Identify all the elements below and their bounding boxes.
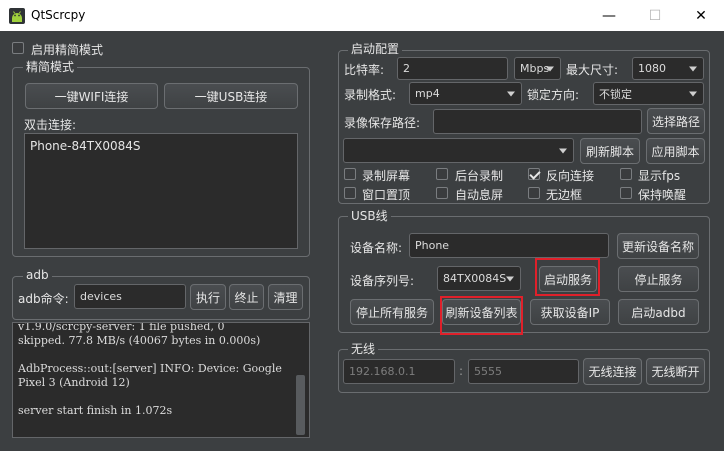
device-name-label: 设备名称: <box>350 241 403 255</box>
max-size-select[interactable]: 1080 <box>632 57 704 80</box>
ip-input[interactable]: 192.168.0.1 <box>343 359 455 384</box>
serial-label: 设备序列号: <box>350 274 415 288</box>
lock-orientation-value: 不锁定 <box>599 87 632 101</box>
log-output[interactable]: v1.9.0/scrcpy-server: 1 file pushed, 0 s… <box>12 322 310 438</box>
reverse-connect-label: 反向连接 <box>546 169 595 183</box>
apply-script-button[interactable]: 应用脚本 <box>646 138 705 164</box>
stay-awake-label: 保持唤醒 <box>638 188 687 202</box>
list-item[interactable]: Phone-84TX0084S <box>30 139 140 153</box>
chevron-down-icon <box>546 66 554 71</box>
auto-screen-off-checkbox[interactable] <box>436 187 448 199</box>
lock-orientation-label: 锁定方向: <box>527 88 580 102</box>
record-path-label: 录像保存路径: <box>344 116 421 130</box>
log-line: server start finish in 1.072s <box>18 404 173 417</box>
wireless-disconnect-button[interactable]: 无线断开 <box>646 358 705 385</box>
auto-screen-off-label: 自动息屏 <box>455 188 504 202</box>
script-select[interactable] <box>343 138 574 163</box>
chevron-down-icon <box>689 66 697 71</box>
chevron-down-icon <box>559 148 567 153</box>
stop-service-button[interactable]: 停止服务 <box>618 266 699 292</box>
bitrate-input[interactable]: 2 <box>397 57 508 80</box>
lock-orientation-select[interactable]: 不锁定 <box>593 82 704 105</box>
update-device-name-button[interactable]: 更新设备名称 <box>617 233 699 259</box>
max-size-label: 最大尺寸: <box>566 63 619 77</box>
show-fps-label: 显示fps <box>638 169 681 183</box>
double-click-label: 双击连接: <box>24 118 77 132</box>
device-list[interactable]: Phone-84TX0084S <box>24 133 298 249</box>
reverse-connect-checkbox[interactable] <box>528 168 540 180</box>
log-line: Pixel 3 (Android 12) <box>18 376 130 389</box>
start-adbd-button[interactable]: 启动adbd <box>618 299 699 325</box>
frameless-checkbox[interactable] <box>528 187 540 199</box>
usb-group-title: USB线 <box>348 209 391 223</box>
log-scrollbar[interactable] <box>296 375 305 435</box>
log-line: AdbProcess::out:[server] INFO: Device: G… <box>18 362 282 375</box>
stop-button[interactable]: 终止 <box>229 284 264 310</box>
start-config-group-title: 启动配置 <box>348 42 403 56</box>
get-device-ip-button[interactable]: 获取设备IP <box>530 299 610 325</box>
record-format-value: mp4 <box>415 87 440 100</box>
ip-port-separator: : <box>459 364 464 378</box>
port-input[interactable]: 5555 <box>468 359 579 384</box>
simple-mode-checkbox[interactable] <box>12 42 24 54</box>
adb-group-title: adb <box>23 268 52 282</box>
clear-button[interactable]: 清理 <box>268 284 303 310</box>
refresh-script-button[interactable]: 刷新脚本 <box>580 138 640 164</box>
max-size-value: 1080 <box>638 62 666 75</box>
chevron-down-icon <box>506 276 514 281</box>
stay-awake-checkbox[interactable] <box>620 187 632 199</box>
window-title: QtScrcpy <box>31 8 86 22</box>
wireless-group-title: 无线 <box>348 342 379 356</box>
background-record-checkbox[interactable] <box>436 168 448 180</box>
background-record-label: 后台录制 <box>455 169 504 183</box>
record-path-input[interactable] <box>433 109 642 134</box>
start-service-button[interactable]: 启动服务 <box>539 266 597 292</box>
one-click-wifi-button[interactable]: 一键WIFI连接 <box>25 83 158 109</box>
simple-mode-label: 启用精简模式 <box>31 43 104 57</box>
minimize-button[interactable]: — <box>586 0 632 31</box>
exec-button[interactable]: 执行 <box>190 284 226 310</box>
record-format-select[interactable]: mp4 <box>409 82 522 105</box>
wireless-connect-button[interactable]: 无线连接 <box>583 358 642 385</box>
close-button[interactable]: ✕ <box>678 0 724 31</box>
bitrate-unit-select[interactable]: Mbps <box>514 57 561 80</box>
bitrate-label: 比特率: <box>344 63 385 77</box>
record-screen-checkbox[interactable] <box>344 168 356 180</box>
serial-select[interactable]: 84TX0084S <box>437 266 521 291</box>
stop-all-services-button[interactable]: 停止所有服务 <box>350 299 434 325</box>
adb-command-input[interactable]: devices <box>74 284 186 309</box>
chevron-down-icon <box>689 91 697 96</box>
record-screen-label: 录制屏幕 <box>362 169 411 183</box>
maximize-button[interactable]: ☐ <box>632 0 678 31</box>
log-line: v1.9.0/scrcpy-server: 1 file pushed, 0 <box>18 322 225 333</box>
select-path-button[interactable]: 选择路径 <box>647 108 705 134</box>
record-format-label: 录制格式: <box>344 88 397 102</box>
device-name-input[interactable]: Phone <box>409 233 609 258</box>
window-on-top-label: 窗口置顶 <box>362 188 411 202</box>
one-click-usb-button[interactable]: 一键USB连接 <box>164 83 298 109</box>
adb-command-label: adb命令: <box>18 292 69 306</box>
frameless-label: 无边框 <box>546 188 583 202</box>
simple-mode-group-title: 精简模式 <box>23 60 78 74</box>
title-bar: QtScrcpy — ☐ ✕ <box>0 0 724 31</box>
serial-value: 84TX0084S <box>443 272 507 285</box>
refresh-device-list-button[interactable]: 刷新设备列表 <box>442 299 521 325</box>
chevron-down-icon <box>507 91 515 96</box>
window-on-top-checkbox[interactable] <box>344 187 356 199</box>
log-line: skipped. 77.8 MB/s (40067 bytes in 0.000… <box>18 334 261 347</box>
bitrate-unit-value: Mbps <box>520 62 550 75</box>
android-app-icon <box>9 8 25 24</box>
show-fps-checkbox[interactable] <box>620 168 632 180</box>
